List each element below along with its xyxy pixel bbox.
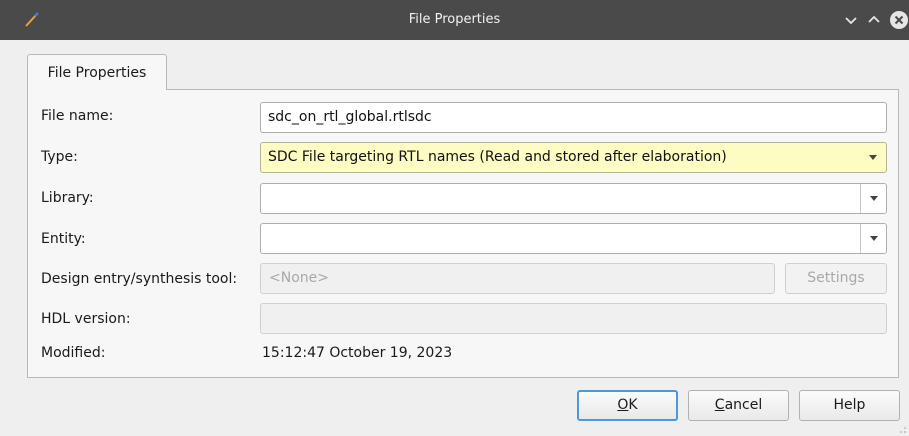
entity-dropdown-arrow[interactable] <box>860 224 886 253</box>
modified-label: Modified: <box>41 345 106 361</box>
cancel-label-rest: ancel <box>724 397 763 413</box>
help-button[interactable]: Help <box>799 390 900 421</box>
type-label: Type: <box>41 149 78 165</box>
library-dropdown-arrow[interactable] <box>860 184 886 213</box>
modified-value: 15:12:47 October 19, 2023 <box>262 345 453 361</box>
chevron-down-icon <box>869 155 877 160</box>
entity-label: Entity: <box>41 231 86 247</box>
title-bar: File Properties <box>0 0 909 40</box>
close-circle-icon[interactable] <box>889 10 909 30</box>
ok-button[interactable]: OK <box>577 390 678 421</box>
resize-grip-icon[interactable] <box>897 424 907 434</box>
maximize-chevron-icon[interactable] <box>864 10 884 30</box>
type-select[interactable]: SDC File targeting RTL names (Read and s… <box>260 142 887 173</box>
hdl-version-label: HDL version: <box>41 311 131 327</box>
ok-mnemonic: O <box>617 397 629 413</box>
minimize-chevron-icon[interactable] <box>841 10 861 30</box>
chevron-down-icon <box>870 236 878 241</box>
window-title: File Properties <box>408 12 501 27</box>
file-name-label: File name: <box>41 108 114 124</box>
library-select[interactable] <box>260 183 887 214</box>
cancel-button[interactable]: Cancel <box>688 390 789 421</box>
type-select-value: SDC File targeting RTL names (Read and s… <box>268 149 727 165</box>
cancel-mnemonic: C <box>714 397 725 413</box>
hdl-version-select[interactable] <box>260 303 887 334</box>
type-dropdown-arrow[interactable] <box>860 143 886 172</box>
library-label: Library: <box>41 190 94 206</box>
file-name-input[interactable]: sdc_on_rtl_global.rtlsdc <box>260 102 887 133</box>
chevron-down-icon <box>870 196 878 201</box>
ok-label-rest: K <box>628 397 638 413</box>
tab-file-properties[interactable]: File Properties <box>27 54 167 90</box>
entity-select[interactable] <box>260 223 887 254</box>
settings-button[interactable]: Settings <box>785 263 887 294</box>
design-tool-label: Design entry/synthesis tool: <box>41 271 238 287</box>
design-tool-select[interactable]: <None> <box>260 263 775 294</box>
